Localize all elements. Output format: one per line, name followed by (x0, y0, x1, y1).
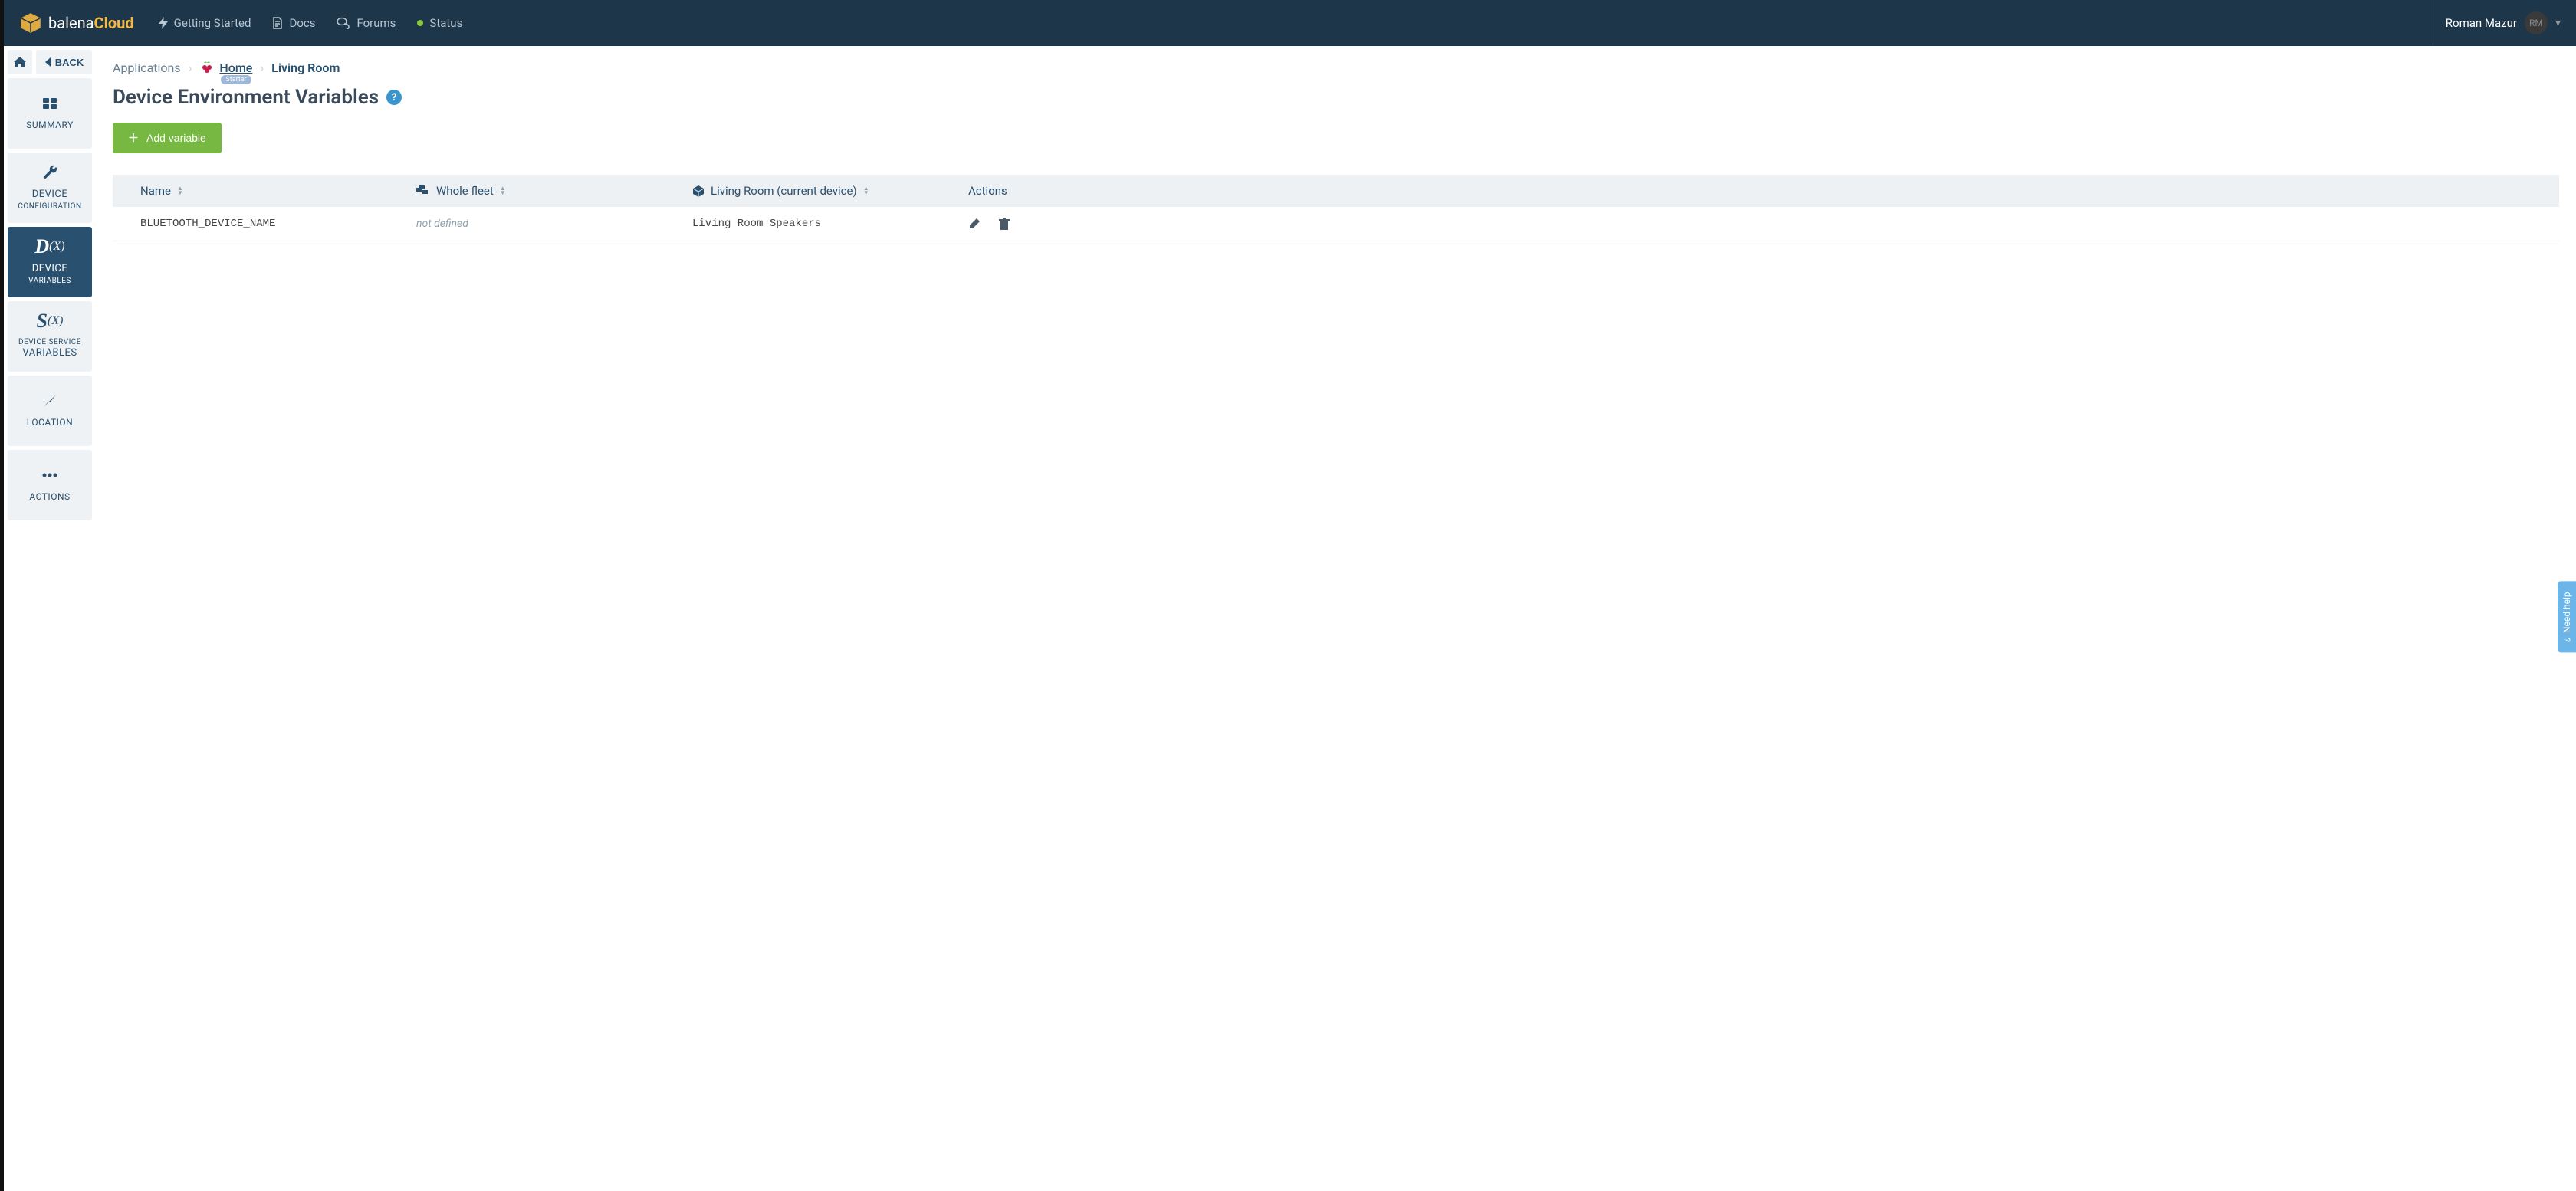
sort-icon: ▲▼ (500, 186, 506, 195)
sort-icon: ▲▼ (177, 186, 183, 195)
wrench-icon (41, 162, 58, 182)
sidebar-item-label: ACTIONS (29, 491, 70, 504)
nav-label: Forums (356, 16, 396, 30)
breadcrumb: Applications › Home Starter › Living Roo… (113, 60, 2559, 75)
page-title: Device Environment Variables ? (113, 86, 2559, 109)
chevron-right-icon: › (260, 61, 264, 75)
logo-cube-icon (19, 11, 42, 34)
column-fleet[interactable]: Whole fleet ▲▼ (416, 184, 692, 198)
column-label: Living Room (current device) (711, 184, 857, 198)
sidebar-item-location[interactable]: LOCATION (8, 376, 92, 446)
avatar: RM (2525, 11, 2548, 34)
chevron-right-icon: › (189, 61, 192, 75)
sidebar-item-device-configuration[interactable]: DEVICECONFIGURATION (8, 153, 92, 223)
sidebar-item-label: DEVICE SERVICEVARIABLES (18, 337, 81, 360)
sidebar-item-summary[interactable]: SUMMARY (8, 78, 92, 149)
column-device[interactable]: Living Room (current device) ▲▼ (692, 184, 968, 198)
sidebar-item-label: LOCATION (27, 417, 73, 429)
var-device-value: Living Room Speakers (692, 218, 968, 230)
variables-table: Name ▲▼ Whole fleet ▲▼ Living Room (curr… (113, 175, 2559, 241)
fleet-icon (416, 185, 430, 196)
app-tier-badge: Starter (221, 75, 251, 84)
sidebar-item-label: DEVICECONFIGURATION (18, 189, 81, 212)
var-fleet-value: not defined (416, 218, 692, 230)
nav-label: Docs (289, 16, 315, 30)
home-button[interactable] (8, 50, 32, 74)
app-header: balenaCloud Getting Started Docs Forums … (4, 0, 2576, 46)
column-label: Name (140, 184, 171, 198)
dots-icon (42, 465, 58, 485)
sidebar-item-device-variables[interactable]: D(X) DEVICEVARIABLES (8, 227, 92, 297)
dx-icon: D(X) (34, 237, 64, 257)
sx-icon: S(X) (37, 311, 64, 331)
docs-icon (272, 17, 283, 29)
sidebar-item-actions[interactable]: ACTIONS (8, 450, 92, 520)
nav-label: Status (429, 16, 462, 30)
logo-text: balenaCloud (48, 14, 134, 32)
nav-getting-started[interactable]: Getting Started (148, 0, 262, 46)
user-menu[interactable]: Roman Mazur RM ▾ (2430, 0, 2561, 46)
column-name[interactable]: Name ▲▼ (140, 184, 416, 198)
nav-docs[interactable]: Docs (261, 0, 326, 46)
add-variable-label: Add variable (146, 132, 206, 144)
back-button[interactable]: BACK (36, 50, 92, 74)
location-icon (42, 391, 58, 411)
sidebar: BACK SUMMARY DEVICECONFIGURATION D(X) DE… (4, 46, 96, 1191)
table-header: Name ▲▼ Whole fleet ▲▼ Living Room (curr… (113, 175, 2559, 207)
grid-icon (42, 94, 58, 113)
main-content: Applications › Home Starter › Living Roo… (96, 46, 2576, 1191)
sidebar-item-label: SUMMARY (26, 120, 74, 132)
add-variable-button[interactable]: ＋ Add variable (113, 123, 222, 153)
need-help-label: Need help (2561, 592, 2572, 633)
help-icon[interactable]: ? (386, 90, 402, 105)
sidebar-item-label: DEVICEVARIABLES (28, 263, 71, 286)
caret-down-icon: ▾ (2555, 17, 2561, 29)
nav-forums[interactable]: Forums (326, 0, 406, 46)
table-row: BLUETOOTH_DEVICE_NAME not defined Living… (113, 207, 2559, 241)
breadcrumb-app[interactable]: Home Starter (199, 60, 252, 75)
breadcrumb-root[interactable]: Applications (113, 61, 181, 75)
status-dot-icon (417, 20, 423, 26)
bolt-icon (159, 17, 168, 29)
breadcrumb-app-label: Home (219, 61, 252, 75)
column-label: Whole fleet (436, 184, 494, 198)
help-badge-icon: ? (2561, 638, 2572, 642)
plus-icon: ＋ (128, 130, 139, 146)
back-label: BACK (55, 57, 84, 68)
column-label: Actions (968, 184, 1007, 198)
var-name: BLUETOOTH_DEVICE_NAME (140, 218, 416, 230)
row-actions (968, 218, 2532, 230)
comments-icon (337, 17, 350, 29)
column-actions: Actions (968, 184, 2532, 198)
nav-label: Getting Started (174, 16, 251, 30)
sidebar-item-device-service-variables[interactable]: S(X) DEVICE SERVICEVARIABLES (8, 301, 92, 372)
breadcrumb-current: Living Room (271, 61, 340, 75)
cube-icon (692, 185, 705, 197)
sort-icon: ▲▼ (863, 186, 869, 195)
logo[interactable]: balenaCloud (19, 11, 134, 34)
delete-icon[interactable] (999, 218, 1010, 230)
raspberrypi-icon (199, 60, 215, 75)
user-name: Roman Mazur (2446, 16, 2517, 30)
nav-status[interactable]: Status (406, 0, 473, 46)
need-help-button[interactable]: Need help ? (2558, 581, 2576, 652)
edit-icon[interactable] (968, 218, 981, 230)
